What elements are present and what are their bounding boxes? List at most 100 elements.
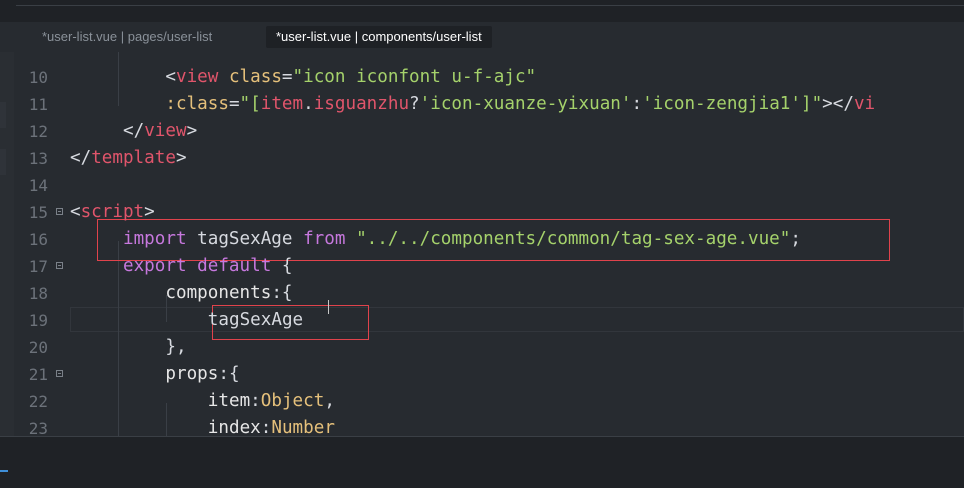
code-text: item:Object, <box>208 388 335 415</box>
code-token: vi <box>853 94 876 114</box>
code-line[interactable]: 19 tagSexAge <box>14 307 964 334</box>
code-token: ; <box>790 229 801 249</box>
code-token: }, <box>165 337 187 357</box>
code-text: props:{ <box>165 361 239 388</box>
fold-toggle-icon[interactable] <box>56 370 63 377</box>
code-line[interactable]: 15 <script> <box>14 199 964 226</box>
line-number: 19 <box>28 311 48 330</box>
code-token: < <box>70 202 81 222</box>
code-token: : <box>250 391 261 411</box>
line-number: 21 <box>28 365 48 384</box>
code-line[interactable]: 17 export default { <box>14 253 964 280</box>
code-line[interactable]: 22 item:Object, <box>14 388 964 415</box>
code-text: </template> <box>70 145 187 172</box>
line-number: 16 <box>28 230 48 249</box>
code-token: from <box>303 229 346 249</box>
left-gutter-strip <box>0 52 14 436</box>
code-token: view <box>175 67 219 87</box>
code-line[interactable]: 18 components:{ <box>14 280 964 307</box>
code-text: index:Number <box>208 415 335 436</box>
line-number: 17 <box>28 257 48 276</box>
code-text: </view> <box>123 118 197 145</box>
code-token: { <box>271 256 293 276</box>
tab-pages-user-list[interactable]: *user-list.vue | pages/user-list <box>32 26 222 48</box>
line-number: 18 <box>28 284 48 303</box>
status-accent <box>0 470 8 472</box>
code-token: "[ <box>239 94 261 114</box>
code-token: = <box>228 94 240 114</box>
line-number: 14 <box>28 176 48 195</box>
code-text: tagSexAge <box>208 307 303 334</box>
line-number: 23 <box>28 419 48 436</box>
code-token: props <box>165 364 219 384</box>
code-token: script <box>80 202 145 222</box>
code-text: }, <box>165 334 186 361</box>
editor-tab-bar: *user-list.vue | pages/user-list *user-l… <box>0 22 964 52</box>
code-editor[interactable]: 10 <view class="icon iconfont u-f-ajc" 11:… <box>14 52 964 436</box>
code-text: <view class="icon iconfont u-f-ajc" <box>165 64 536 91</box>
code-token: = <box>281 67 293 87</box>
code-text: import tagSexAge from "../../components/… <box>123 226 801 253</box>
code-token: export <box>123 256 187 276</box>
code-line[interactable]: 11 :class="[item.isguanzhu?'icon-xuanze-y… <box>14 91 964 118</box>
code-line[interactable]: 10 <view class="icon iconfont u-f-ajc" <box>14 64 964 91</box>
code-line[interactable]: 23 index:Number <box>14 415 964 436</box>
code-token: components <box>165 283 272 303</box>
code-token: isguanzhu <box>313 94 410 114</box>
line-number: 13 <box>28 149 48 168</box>
gutter-marker <box>0 149 6 175</box>
code-line[interactable]: 16 import tagSexAge from "../../component… <box>14 226 964 253</box>
code-token: : <box>631 94 643 114</box>
code-token: Object <box>260 391 325 411</box>
code-token: "../../components/common/tag-sex-age.vue… <box>356 229 791 249</box>
code-token: :{ <box>218 364 240 384</box>
code-text: components:{ <box>165 280 292 307</box>
code-token: : <box>260 418 272 436</box>
line-number: 11 <box>28 95 48 114</box>
fold-toggle-icon[interactable] <box>56 208 63 215</box>
code-line[interactable]: 12 </view> <box>14 118 964 145</box>
code-token: tagSexAge <box>186 229 304 249</box>
fold-toggle-icon[interactable] <box>56 262 63 269</box>
bottom-panel-divider <box>0 436 964 437</box>
code-token: > <box>144 202 155 222</box>
code-line[interactable]: 21 props:{ <box>14 361 964 388</box>
code-line[interactable]: 13 </template> <box>14 145 964 172</box>
code-token: > <box>175 148 187 168</box>
line-number: 12 <box>28 122 48 141</box>
line-number: 15 <box>28 203 48 222</box>
code-token: 'icon-zengjia1' <box>642 94 801 114</box>
code-token: </ <box>70 148 92 168</box>
code-token: :{ <box>271 283 293 303</box>
title-bar <box>0 0 964 22</box>
code-token: ></ <box>822 94 854 114</box>
code-token: "icon iconfont u-f-ajc" <box>292 67 537 87</box>
gutter-marker <box>0 102 6 128</box>
line-number: 20 <box>28 338 48 357</box>
code-token: > <box>186 121 198 141</box>
code-token: Number <box>271 418 335 436</box>
title-bar-divider <box>16 5 964 6</box>
code-token: tagSexAge <box>207 310 304 330</box>
code-token: class <box>218 67 282 87</box>
code-token: ? <box>409 94 420 114</box>
code-line[interactable]: 20}, <box>14 334 964 361</box>
code-token: index <box>207 418 261 436</box>
code-token: template <box>91 148 176 168</box>
code-token: item <box>260 94 304 114</box>
code-token: default <box>186 256 272 276</box>
code-line[interactable]: 14 <box>14 172 964 199</box>
code-token: ]" <box>800 94 823 114</box>
code-token: </ <box>123 121 145 141</box>
code-token: view <box>144 121 187 141</box>
code-text: export default { <box>123 253 293 280</box>
code-token: , <box>324 391 335 411</box>
bottom-panel <box>0 436 964 488</box>
tab-components-user-list[interactable]: *user-list.vue | components/user-list <box>266 26 492 48</box>
code-text: <script> <box>70 199 155 226</box>
line-number: 10 <box>28 68 48 87</box>
code-token: import <box>123 229 187 249</box>
code-token: item <box>207 391 251 411</box>
code-text: :class="[item.isguanzhu?'icon-xuanze-yix… <box>165 91 875 118</box>
